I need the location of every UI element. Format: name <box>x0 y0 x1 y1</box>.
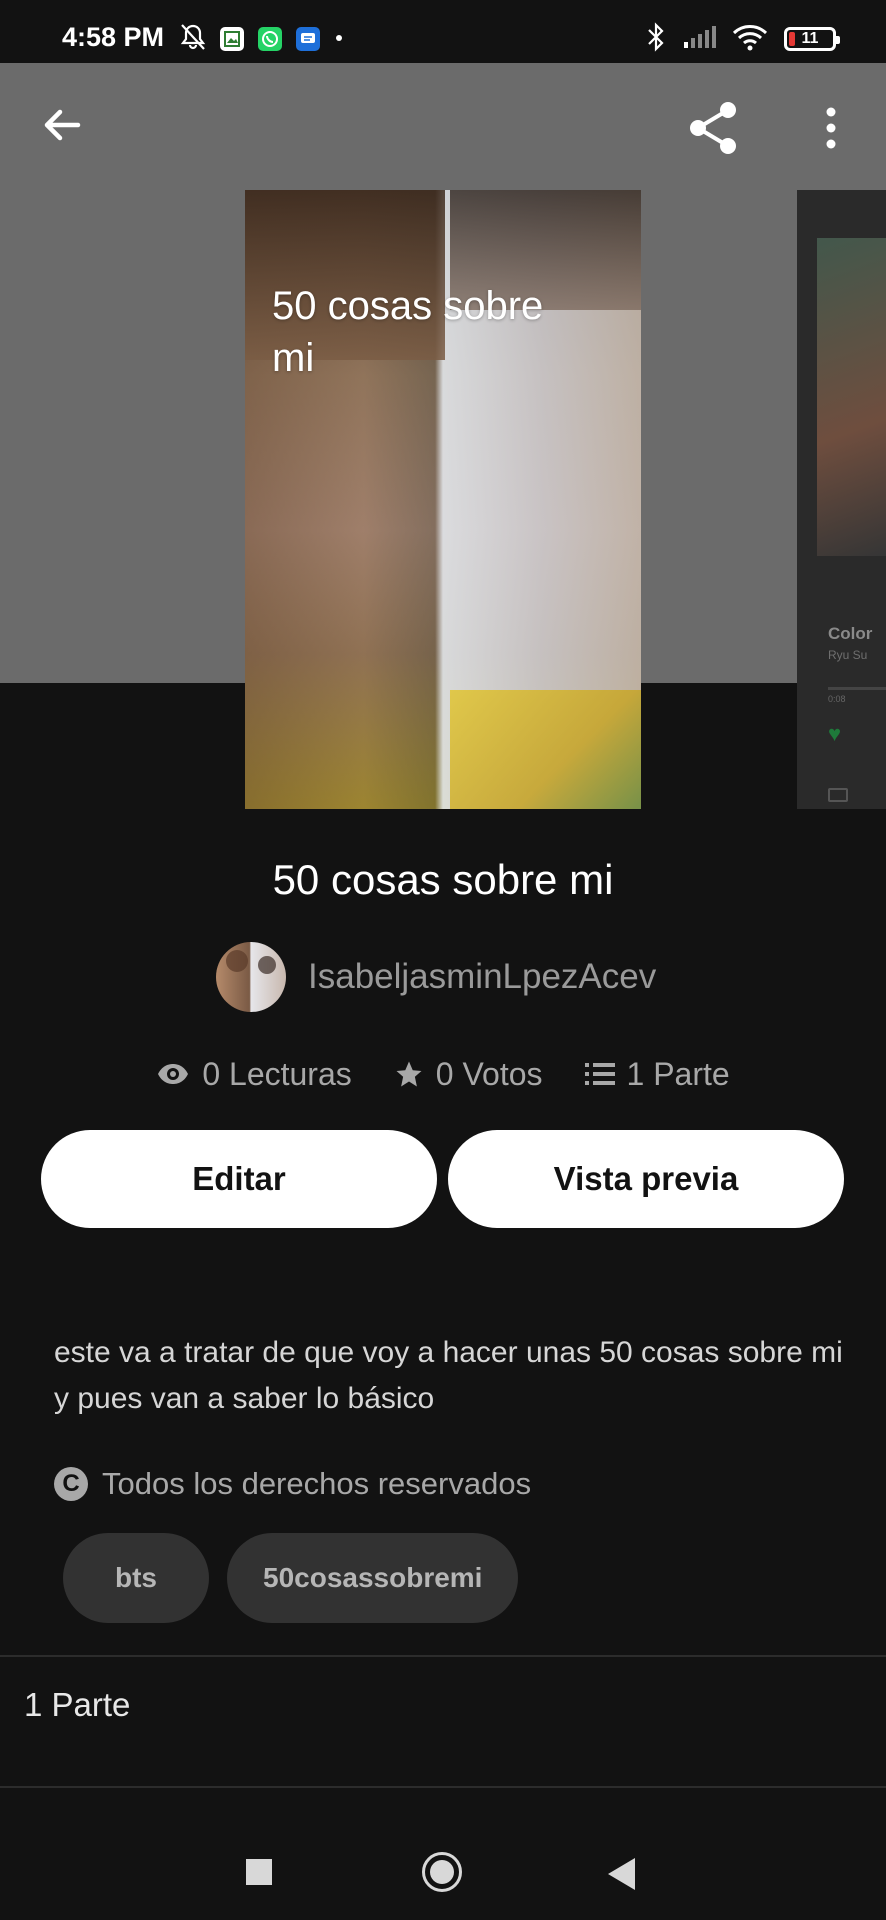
tag-bts[interactable]: bts <box>63 1533 209 1623</box>
share-icon <box>690 102 736 154</box>
copyright-icon: C <box>54 1467 88 1501</box>
reads-count: 0 Lecturas <box>202 1055 352 1092</box>
share-button[interactable] <box>684 98 744 158</box>
gallery-app-icon <box>220 27 244 51</box>
dot-icon <box>334 30 344 48</box>
next-cover-title: Color <box>828 624 873 643</box>
story-description: este va a tratar de que voy a hacer unas… <box>54 1336 843 1415</box>
heart-icon: ♥ <box>828 721 842 746</box>
more-vert-icon <box>826 107 836 149</box>
mute-bell-icon <box>180 23 206 56</box>
recents-icon[interactable] <box>246 1859 272 1885</box>
author-row[interactable]: IsabeljasminLpezAcev <box>216 942 656 1012</box>
battery-icon: 11 <box>784 27 840 51</box>
cover-title: 50 cosas sobre mi <box>272 284 544 380</box>
story-cover[interactable]: 50 cosas sobre mi <box>245 190 641 809</box>
system-nav-bar <box>0 1788 886 1920</box>
votes-count: 0 Votos <box>435 1055 543 1092</box>
back-button[interactable] <box>38 100 88 150</box>
tag-list: bts 50cosassobremi <box>63 1533 519 1623</box>
reads-stat: 0 Lecturas <box>156 1055 352 1093</box>
messages-app-icon <box>296 27 320 51</box>
divider <box>0 1655 886 1657</box>
status-bar: 4:58 PM 11 <box>0 0 886 63</box>
preview-button[interactable]: Vista previa <box>448 1130 844 1228</box>
whatsapp-icon <box>258 27 282 51</box>
status-icons-left <box>180 23 344 56</box>
status-icons-right: 11 <box>646 21 840 57</box>
votes-stat: 0 Votos <box>394 1056 543 1093</box>
cast-icon <box>828 788 848 802</box>
copyright-text: Todos los derechos reservados <box>102 1466 532 1501</box>
home-icon[interactable] <box>422 1852 462 1892</box>
back-arrow-icon <box>44 109 81 141</box>
edit-button[interactable]: Editar <box>41 1130 437 1228</box>
signal-icon <box>682 24 716 55</box>
next-cover-time: 0:08 <box>828 694 846 704</box>
next-cover-image <box>817 238 886 556</box>
bluetooth-icon <box>646 21 666 57</box>
more-options-button[interactable] <box>816 100 846 156</box>
battery-level: 11 <box>801 30 819 47</box>
star-icon <box>396 1061 422 1087</box>
next-story-cover[interactable]: Color Ryu Su 0:08 ♥ <box>797 190 886 809</box>
avatar[interactable] <box>216 942 286 1012</box>
story-title: 50 cosas sobre mi <box>272 856 614 903</box>
nav-back-icon[interactable] <box>608 1858 635 1890</box>
parts-stat: 1 Parte <box>584 1055 730 1093</box>
parts-section-title[interactable]: 1 Parte <box>24 1686 130 1724</box>
story-stats: 0 Lecturas 0 Votos 1 Parte <box>0 1052 886 1096</box>
wifi-icon <box>732 23 768 56</box>
copyright-row: C Todos los derechos reservados <box>54 1466 531 1502</box>
tag-50cosassobremi[interactable]: 50cosassobremi <box>227 1533 519 1623</box>
parts-count: 1 Parte <box>626 1055 730 1092</box>
next-cover-progress <box>828 687 886 690</box>
status-time: 4:58 PM <box>62 22 165 52</box>
next-cover-subtitle: Ryu Su <box>828 648 868 662</box>
eye-icon <box>158 1064 189 1084</box>
cover-art-bottom <box>450 690 641 809</box>
list-icon <box>584 1063 615 1085</box>
author-name[interactable]: IsabeljasminLpezAcev <box>308 957 656 997</box>
